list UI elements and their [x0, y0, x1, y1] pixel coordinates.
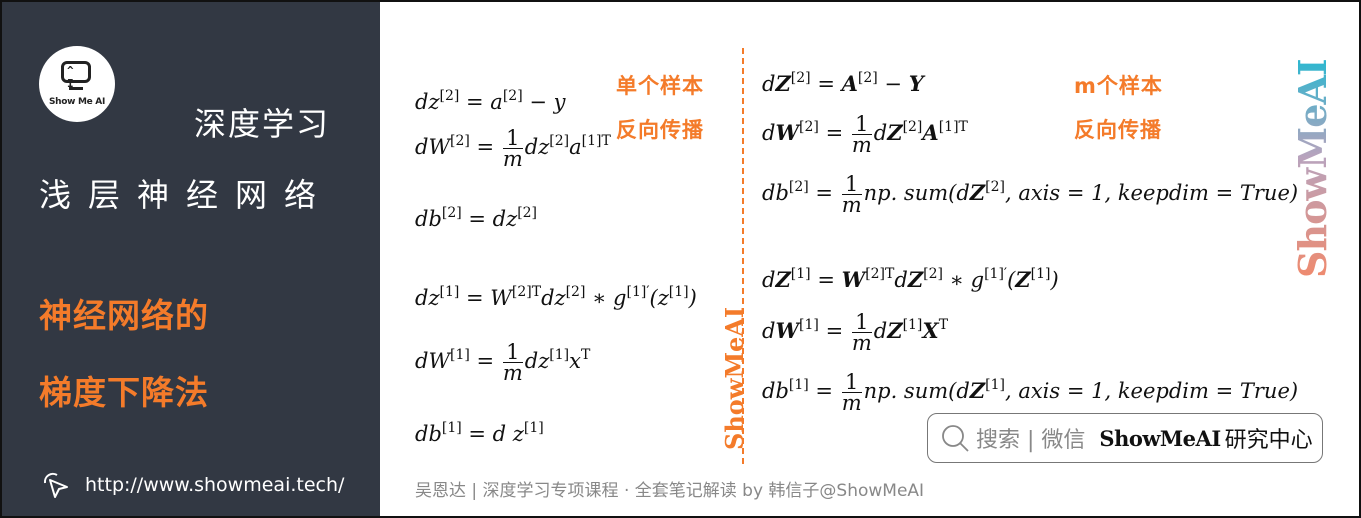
watermark-left: ShowMeAI [720, 306, 749, 450]
eq-single-dz2: dz[2] = a[2] − y [415, 88, 566, 114]
robot-stand-icon [69, 87, 83, 90]
cursor-click-icon [43, 472, 68, 498]
eq-single-dz1: dz[1] = W[2]Tdz[2] ∗ g[1]′(z[1]) [415, 284, 697, 310]
sidebar: Show Me AI 深度学习 浅层神经网络 神经网络的 梯度下降法 http:… [2, 2, 380, 516]
search-icon [942, 425, 969, 452]
eq-single-dW2: dW[2] = 1 m dz[2]a[1]T [415, 126, 611, 171]
eq-single-db2: db[2] = dz[2] [415, 205, 538, 231]
wechat-search-box[interactable]: 搜索 | 微信 ShowMeAI 研究中心 [927, 413, 1323, 463]
robot-screen-icon [61, 61, 91, 90]
eq-single-db1: db[1] = d z[1] [415, 420, 544, 446]
showmeai-logo: Show Me AI [39, 46, 115, 122]
single-sample-label-1: 单个样本 [616, 74, 704, 98]
eq-m-dZ2: dZ[2] = A[2] − Y [762, 70, 924, 96]
footer-credit: 吴恩达 | 深度学习专项课程 · 全套笔记解读 by 韩信子@ShowMeAI [415, 481, 925, 501]
eq-m-db2: db[2] = 1 m np. sum(dZ[2], axis = 1, keepd… [762, 172, 1299, 217]
search-brand: ShowMeAI [1099, 425, 1221, 451]
eq-m-dW2: dW[2] = 1 m dZ[2]A[1]T [762, 112, 968, 157]
chapter-title: 浅层神经网络 [39, 176, 334, 214]
website-link[interactable]: http://www.showmeai.tech/ [39, 469, 344, 501]
slide: Show Me AI 深度学习 浅层神经网络 神经网络的 梯度下降法 http:… [0, 0, 1361, 518]
m-samples-label-2: 反向传播 [1074, 118, 1162, 142]
m-samples-label-1: m个样本 [1074, 74, 1163, 98]
topic-line-1: 神经网络的 [39, 296, 209, 335]
eq-m-dZ1: dZ[1] = W[2]TdZ[2] ∗ g[1]′(Z[1]) [762, 266, 1059, 292]
single-sample-label-2: 反向传播 [616, 118, 704, 142]
logo-text: Show Me AI [48, 97, 106, 107]
topic-line-2: 梯度下降法 [39, 373, 209, 412]
eq-m-dW1: dW[1] = 1 m dZ[1]XT [762, 310, 949, 355]
website-url[interactable]: http://www.showmeai.tech/ [85, 474, 344, 496]
watermark-right: ShowMeAI [1290, 59, 1335, 278]
search-brand-cn: 研究中心 [1224, 428, 1313, 453]
course-subtitle: 深度学习 [194, 105, 331, 143]
search-placeholder: 搜索 | 微信 [976, 428, 1086, 453]
eq-m-db1: db[1] = 1 m np. sum(dZ[1], axis = 1, keepd… [762, 370, 1299, 415]
eq-single-dW1: dW[1] = 1 m dz[1]xT [415, 340, 591, 385]
